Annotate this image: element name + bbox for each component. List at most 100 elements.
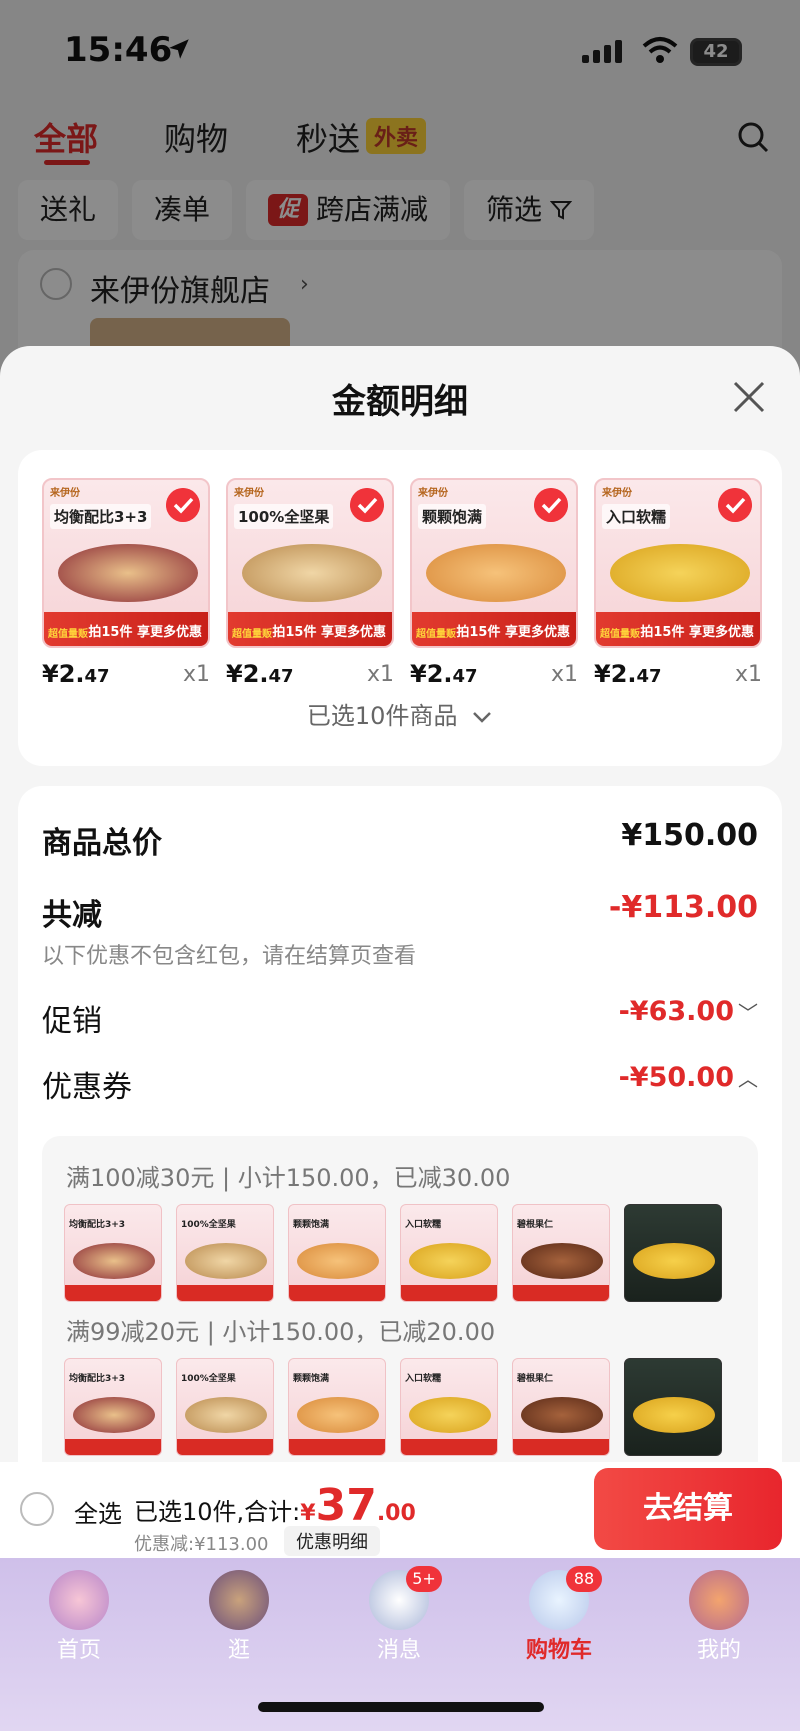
checkout-bar: 全选 已选10件,合计:¥37.00 优惠减:¥113.00 优惠明细 去结算 [0, 1462, 800, 1558]
product-thumbnail [624, 1204, 722, 1302]
discount-note: 以下优惠不包含红包，请在结算页查看 [42, 944, 417, 969]
home-mascot-icon [49, 1570, 109, 1630]
product-thumbnail: 颗颗饱满 [288, 1358, 386, 1456]
thumb-headline: 颗颗饱满 [293, 1220, 330, 1230]
coupon-value: -¥50.00 [618, 1062, 734, 1093]
coupon-header: 满100减30元 | 小计150.00，已减30.00 [66, 1164, 511, 1192]
cart-badge: 88 [566, 1566, 602, 1592]
product-photo [58, 544, 198, 602]
total-decimal: .00 [376, 1501, 416, 1526]
product-image: 来伊份 颗颗饱满 超值量贩 拍15件 享更多优惠 [410, 478, 578, 648]
item-price-dec: 47 [84, 666, 110, 687]
selected-summary: 已选10件,合计: [134, 1498, 301, 1526]
tab-explore[interactable]: 逛 [184, 1570, 294, 1670]
home-indicator [258, 1702, 544, 1712]
item-price-int: ¥2. [42, 660, 85, 688]
explore-mascot-icon [209, 1570, 269, 1630]
product-banner-text: 拍15件 享更多优惠 [272, 625, 386, 640]
coupon-product-row: 均衡配比3+3 100%全坚果 颗颗饱满 入口软糯 碧根果仁 [64, 1204, 722, 1302]
item-price-dec: 47 [452, 666, 478, 687]
coupon-product-row: 均衡配比3+3 100%全坚果 颗颗饱满 入口软糯 碧根果仁 [64, 1358, 722, 1456]
close-icon[interactable] [732, 380, 766, 414]
product-thumbnail: 均衡配比3+3 [64, 1358, 162, 1456]
item-quantity: x1 [550, 662, 578, 687]
product-banner-text: 拍15件 享更多优惠 [456, 625, 570, 640]
tab-messages-label: 消息 [376, 1638, 421, 1663]
total-integer: 37 [315, 1480, 377, 1531]
chevron-down-icon [473, 712, 491, 723]
thumb-headline: 100%全坚果 [181, 1374, 236, 1384]
promo-row[interactable]: -¥63.00 ﹀ [619, 996, 758, 1027]
selected-items-card: 来伊份 均衡配比3+3 超值量贩 拍15件 享更多优惠 ¥2.47 x1 来伊份… [18, 450, 782, 766]
tab-home[interactable]: 首页 [24, 1570, 134, 1670]
coupon-row[interactable]: -¥50.00 ︿ [619, 1062, 758, 1093]
product-headline: 100%全坚果 [234, 504, 334, 529]
product-headline: 入口软糯 [602, 504, 671, 529]
checkmark-icon [350, 488, 384, 522]
total-discount-value: -¥113.00 [608, 890, 758, 925]
sheet-title: 金额明细 [332, 382, 468, 422]
select-all-radio[interactable] [20, 1492, 54, 1526]
item-price-dec: 47 [636, 666, 662, 687]
selected-count-toggle[interactable]: 已选10件商品 [18, 696, 782, 731]
thumb-headline: 均衡配比3+3 [69, 1374, 126, 1384]
thumb-headline: 入口软糯 [405, 1374, 442, 1384]
product-thumbnail: 碧根果仁 [512, 1358, 610, 1456]
checkout-button[interactable]: 去结算 [594, 1468, 782, 1550]
item-price-int: ¥2. [594, 660, 637, 688]
item-quantity: x1 [366, 662, 394, 687]
product-photo [610, 544, 750, 602]
product-banner-tag: 超值量贩 [48, 629, 88, 640]
product-brand: 来伊份 [234, 488, 264, 499]
item-price: ¥2.47 [226, 660, 294, 688]
goods-total-label: 商品总价 [42, 826, 162, 861]
tab-cart[interactable]: 88 购物车 [504, 1566, 614, 1670]
product-banner-tag: 超值量贩 [600, 629, 640, 640]
product-thumbnail [624, 1358, 722, 1456]
product-thumbnail: 均衡配比3+3 [64, 1204, 162, 1302]
coupon-label: 优惠券 [42, 1070, 132, 1105]
profile-mascot-icon [689, 1570, 749, 1630]
thumb-headline: 颗颗饱满 [293, 1374, 330, 1384]
selected-item[interactable]: 来伊份 入口软糯 超值量贩 拍15件 享更多优惠 ¥2.47 x1 [594, 478, 762, 688]
thumb-headline: 碧根果仁 [517, 1220, 554, 1230]
item-price: ¥2.47 [410, 660, 478, 688]
chevron-up-icon: ︿ [738, 1067, 758, 1091]
item-price: ¥2.47 [42, 660, 110, 688]
product-headline: 颗颗饱满 [418, 504, 487, 529]
tab-profile-label: 我的 [696, 1638, 741, 1663]
selected-item[interactable]: 来伊份 100%全坚果 超值量贩 拍15件 享更多优惠 ¥2.47 x1 [226, 478, 394, 688]
product-thumbnail: 100%全坚果 [176, 1358, 274, 1456]
product-thumbnail: 入口软糯 [400, 1358, 498, 1456]
product-thumbnail: 入口软糯 [400, 1204, 498, 1302]
product-headline: 均衡配比3+3 [50, 504, 152, 529]
thumb-headline: 均衡配比3+3 [69, 1220, 126, 1230]
discount-summary: 优惠减:¥113.00 [134, 1534, 269, 1555]
product-banner-tag: 超值量贩 [232, 629, 272, 640]
product-photo [242, 544, 382, 602]
total-currency: ¥ [300, 1501, 316, 1526]
tab-profile[interactable]: 我的 [664, 1570, 774, 1670]
selected-item[interactable]: 来伊份 均衡配比3+3 超值量贩 拍15件 享更多优惠 ¥2.47 x1 [42, 478, 210, 688]
total-line: 已选10件,合计:¥37.00 [134, 1480, 416, 1531]
tab-messages[interactable]: 5+ 消息 [344, 1566, 454, 1670]
product-photo [426, 544, 566, 602]
tab-explore-label: 逛 [227, 1638, 250, 1663]
item-price: ¥2.47 [594, 660, 662, 688]
product-brand: 来伊份 [50, 488, 80, 499]
total-discount-label: 共减 [42, 898, 102, 933]
tab-home-label: 首页 [56, 1638, 101, 1663]
item-price-dec: 47 [268, 666, 294, 687]
discount-detail-button[interactable]: 优惠明细 [284, 1526, 380, 1556]
item-price-int: ¥2. [226, 660, 269, 688]
item-quantity: x1 [182, 662, 210, 687]
product-thumbnail: 碧根果仁 [512, 1204, 610, 1302]
select-all-label[interactable]: 全选 [74, 1494, 122, 1529]
tab-cart-label: 购物车 [525, 1638, 592, 1663]
product-banner-text: 拍15件 享更多优惠 [640, 625, 754, 640]
thumb-headline: 100%全坚果 [181, 1220, 236, 1230]
selected-item[interactable]: 来伊份 颗颗饱满 超值量贩 拍15件 享更多优惠 ¥2.47 x1 [410, 478, 578, 688]
goods-total-value: ¥150.00 [621, 818, 758, 853]
product-image: 来伊份 均衡配比3+3 超值量贩 拍15件 享更多优惠 [42, 478, 210, 648]
selected-count-label: 已选10件商品 [306, 702, 458, 730]
